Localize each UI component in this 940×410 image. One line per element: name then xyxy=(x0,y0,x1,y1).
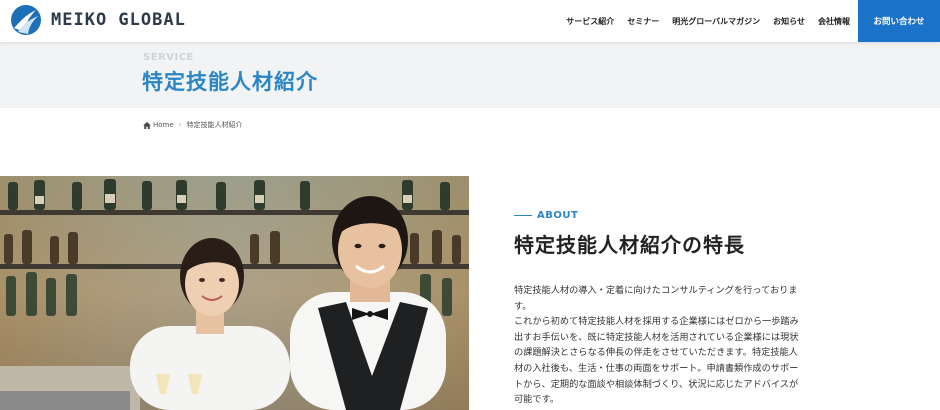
breadcrumb-home[interactable]: Home xyxy=(153,121,174,129)
breadcrumb-separator: › xyxy=(178,121,182,129)
site-header: MEIKO GLOBAL サービス紹介 セミナー 明光グローバルマガジン お知ら… xyxy=(0,0,940,42)
about-paragraph-2: これから初めて特定技能人材を採用する企業様にはゼロから一歩踏み出すお手伝いを、既… xyxy=(514,316,799,406)
nav-company[interactable]: 会社情報 xyxy=(818,16,850,27)
page-title: 特定技能人材紹介 xyxy=(142,70,318,94)
nav-seminar[interactable]: セミナー xyxy=(627,16,659,27)
page-title-band xyxy=(0,42,940,108)
breadcrumb: Home › 特定技能人材紹介 xyxy=(143,120,242,130)
about-label-text: ABOUT xyxy=(537,210,579,221)
main-nav: サービス紹介 セミナー 明光グローバルマガジン お知らせ 会社情報 xyxy=(553,0,850,42)
label-dash xyxy=(514,215,532,216)
about-body: 特定技能人材の導入・定着に向けたコンサルティングを行っております。 これから初め… xyxy=(514,283,804,408)
logo[interactable]: MEIKO GLOBAL xyxy=(10,4,186,36)
staff-photo-illustration xyxy=(0,176,469,410)
about-label: ABOUT xyxy=(514,210,578,221)
hero-photo xyxy=(0,176,469,410)
breadcrumb-current: 特定技能人材紹介 xyxy=(186,121,243,129)
meiko-logo-icon xyxy=(11,5,41,35)
section-eyebrow: SERVICE xyxy=(143,52,194,63)
nav-news[interactable]: お知らせ xyxy=(773,16,805,27)
about-title: 特定技能人材紹介の特長 xyxy=(514,233,745,257)
nav-magazine[interactable]: 明光グローバルマガジン xyxy=(672,16,760,27)
logo-text: MEIKO GLOBAL xyxy=(51,10,186,30)
nav-services[interactable]: サービス紹介 xyxy=(566,16,614,27)
about-paragraph-1: 特定技能人材の導入・定着に向けたコンサルティングを行っております。 xyxy=(514,285,798,312)
contact-button[interactable]: お問い合わせ xyxy=(858,0,940,42)
home-icon xyxy=(143,121,151,129)
